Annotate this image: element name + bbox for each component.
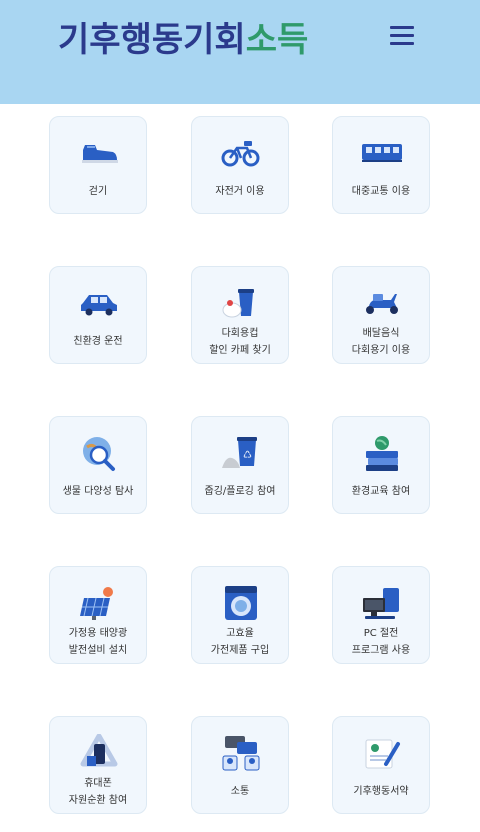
activity-card-delivery-container[interactable]: 배달음식 다회용기 이용	[332, 266, 430, 364]
hamburger-menu-icon[interactable]	[390, 24, 418, 48]
activity-card-walking[interactable]: 걷기	[49, 116, 147, 214]
logo-text: 기후행동기회소득	[58, 16, 308, 64]
solar-panel-icon	[74, 583, 124, 623]
activity-label: 고효율 가전제품 구입	[210, 628, 270, 656]
books-globe-icon	[357, 433, 407, 473]
activity-card-reusable-cup[interactable]: 다회용컵 할인 카페 찾기	[191, 266, 289, 364]
activity-card-climate-pledge[interactable]: 기후행동서약	[332, 716, 430, 814]
activity-label: 걷기	[88, 186, 108, 197]
activity-label: 환경교육 참여	[351, 486, 411, 497]
activity-card-eco-driving[interactable]: 친환경 운전	[49, 266, 147, 364]
activity-label: 기후행동서약	[353, 786, 409, 797]
bicycle-icon	[216, 133, 266, 173]
activity-card-pc-power-saving[interactable]: PC 절전 프로그램 사용	[332, 566, 430, 664]
activity-label: 휴대폰 자원순환 참여	[68, 778, 128, 806]
activity-label: 대중교통 이용	[351, 186, 411, 197]
activity-label: 다회용컵 할인 카페 찾기	[209, 328, 271, 356]
activity-label: 생물 다양성 탐사	[62, 486, 134, 497]
activity-card-biodiversity[interactable]: 생물 다양성 탐사	[49, 416, 147, 514]
activity-card-communication[interactable]: 소통	[191, 716, 289, 814]
activity-grid: 걷기 자전거 이용 대중교통 이용 친환경 운전 다회용컵 할인 카페 찾기 배…	[0, 104, 480, 832]
svg-text:♺: ♺	[243, 450, 252, 461]
logo-part-4: 소득	[245, 20, 309, 60]
activity-label: 친환경 운전	[73, 336, 123, 347]
activity-card-env-education[interactable]: 환경교육 참여	[332, 416, 430, 514]
activity-label: 자전거 이용	[215, 186, 265, 197]
activity-card-solar-panel[interactable]: 가정용 태양광 발전설비 설치	[49, 566, 147, 664]
chat-people-icon	[216, 733, 266, 773]
activity-card-plogging[interactable]: ♺ 줍깅/플로깅 참여	[191, 416, 289, 514]
car-icon	[74, 283, 124, 323]
computer-icon	[357, 583, 407, 623]
activity-label: 소통	[230, 786, 250, 797]
logo-part-3: 기회	[183, 20, 246, 60]
magnifier-globe-icon	[74, 433, 124, 473]
recycle-bin-icon: ♺	[216, 433, 266, 473]
shoe-icon	[74, 133, 124, 173]
logo-part-1: 기후	[58, 20, 121, 60]
bus-icon	[357, 133, 407, 173]
scooter-icon	[357, 283, 407, 323]
app-header: 기후행동기회소득	[0, 0, 480, 104]
app-logo[interactable]: 기후행동기회소득	[58, 16, 308, 64]
activity-label: 배달음식 다회용기 이용	[351, 328, 411, 356]
activity-label: 줍깅/플로깅 참여	[204, 486, 276, 497]
activity-label: PC 절전 프로그램 사용	[351, 628, 411, 656]
washing-machine-icon	[216, 583, 266, 623]
activity-card-phone-recycle[interactable]: 휴대폰 자원순환 참여	[49, 716, 147, 814]
activity-card-public-transit[interactable]: 대중교통 이용	[332, 116, 430, 214]
activity-label: 가정용 태양광 발전설비 설치	[68, 628, 128, 656]
pledge-document-icon	[357, 733, 407, 773]
activity-card-bicycle[interactable]: 자전거 이용	[191, 116, 289, 214]
cup-icon	[216, 283, 266, 323]
phone-recycle-icon	[74, 733, 124, 773]
activity-card-efficient-appliance[interactable]: 고효율 가전제품 구입	[191, 566, 289, 664]
logo-part-2: 행동	[120, 20, 184, 60]
